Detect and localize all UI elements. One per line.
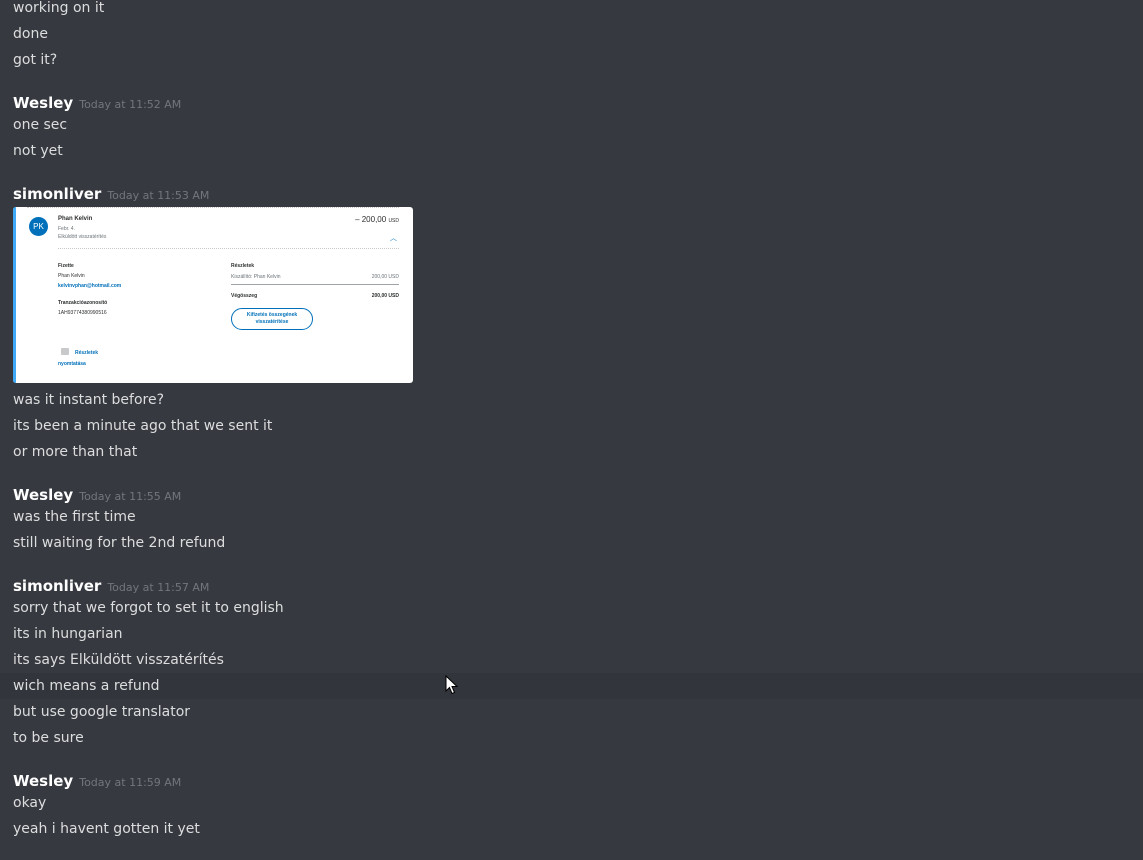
details-label: Részletek <box>231 263 255 269</box>
divider <box>27 207 399 208</box>
username[interactable]: Wesley <box>13 486 73 504</box>
timestamp: Today at 11:59 AM <box>79 776 182 789</box>
transaction-id: 1AH93774380990516 <box>58 310 107 316</box>
details-seller-amount: 200,00 USD <box>371 274 399 280</box>
message-line: its been a minute ago that we sent it <box>13 418 273 434</box>
amount-currency: USD <box>388 218 399 224</box>
message-header: simonliver Today at 11:53 AM <box>13 184 209 204</box>
divider <box>231 284 399 285</box>
message-header: simonliver Today at 11:57 AM <box>13 576 209 596</box>
amount-value: – 200,00 <box>355 215 387 224</box>
payment-amount: – 200,00 USD <box>355 215 399 224</box>
message-line: was the first time <box>13 509 136 525</box>
message-line: working on it <box>13 0 105 16</box>
username[interactable]: simonliver <box>13 185 101 203</box>
message-line: got it? <box>13 52 58 68</box>
message-line: to be sure <box>13 730 84 746</box>
message-line: its says Elküldött visszatérítés <box>13 652 224 668</box>
image-attachment[interactable]: PK Phan Kelvin Febr. 4. Elküldött vissza… <box>13 207 413 383</box>
message-line: one sec <box>13 117 68 133</box>
message-line: not yet <box>13 143 63 159</box>
timestamp: Today at 11:57 AM <box>107 581 210 594</box>
chevron-up-icon: ︿ <box>390 235 397 242</box>
username[interactable]: Wesley <box>13 94 73 112</box>
message-line: yeah i havent gotten it yet <box>13 821 200 837</box>
timestamp: Today at 11:55 AM <box>79 490 182 503</box>
paid-by-email: kelvinvphan@hotmail.com <box>58 283 122 289</box>
message-line: okay <box>13 795 47 811</box>
mouse-cursor-icon <box>445 675 459 695</box>
message-header: Wesley Today at 11:59 AM <box>13 771 181 791</box>
printer-icon <box>61 348 69 355</box>
print-details-link-line2: nyomtatása <box>58 361 86 367</box>
payee-name: Phan Kelvin <box>58 216 93 222</box>
print-details-link: Részletek <box>75 350 99 356</box>
total-label: Végösszeg <box>231 293 258 299</box>
timestamp: Today at 11:52 AM <box>79 98 182 111</box>
payment-status: Elküldött visszatérítés <box>58 234 107 240</box>
payment-date: Febr. 4. <box>58 226 75 232</box>
timestamp: Today at 11:53 AM <box>107 189 210 202</box>
message-line: its in hungarian <box>13 626 123 642</box>
message-header: Wesley Today at 11:52 AM <box>13 93 181 113</box>
message-line: sorry that we forgot to set it to englis… <box>13 600 284 616</box>
accent-bar <box>13 207 16 383</box>
transaction-id-label: Tranzakcióazonosító <box>58 300 108 306</box>
refund-button: Kifizetés összegének visszatérítése <box>231 308 313 330</box>
paid-by-name: Phan Kelvin <box>58 273 85 279</box>
avatar: PK <box>29 217 48 236</box>
details-seller: Kiszállító: Phan Kelvin <box>231 274 281 280</box>
username[interactable]: Wesley <box>13 772 73 790</box>
message-line: or more than that <box>13 444 138 460</box>
message-line: but use google translator <box>13 704 191 720</box>
username[interactable]: simonliver <box>13 577 101 595</box>
message-line: was it instant before? <box>13 392 165 408</box>
message-line: done <box>13 26 48 42</box>
message-line: still waiting for the 2nd refund <box>13 535 226 551</box>
paid-by-label: Fizette <box>58 263 74 269</box>
divider <box>58 248 399 249</box>
message-line-hovered[interactable]: wich means a refund <box>0 673 1143 699</box>
total-amount: 200,00 USD <box>371 293 399 299</box>
message-header: Wesley Today at 11:55 AM <box>13 485 181 505</box>
